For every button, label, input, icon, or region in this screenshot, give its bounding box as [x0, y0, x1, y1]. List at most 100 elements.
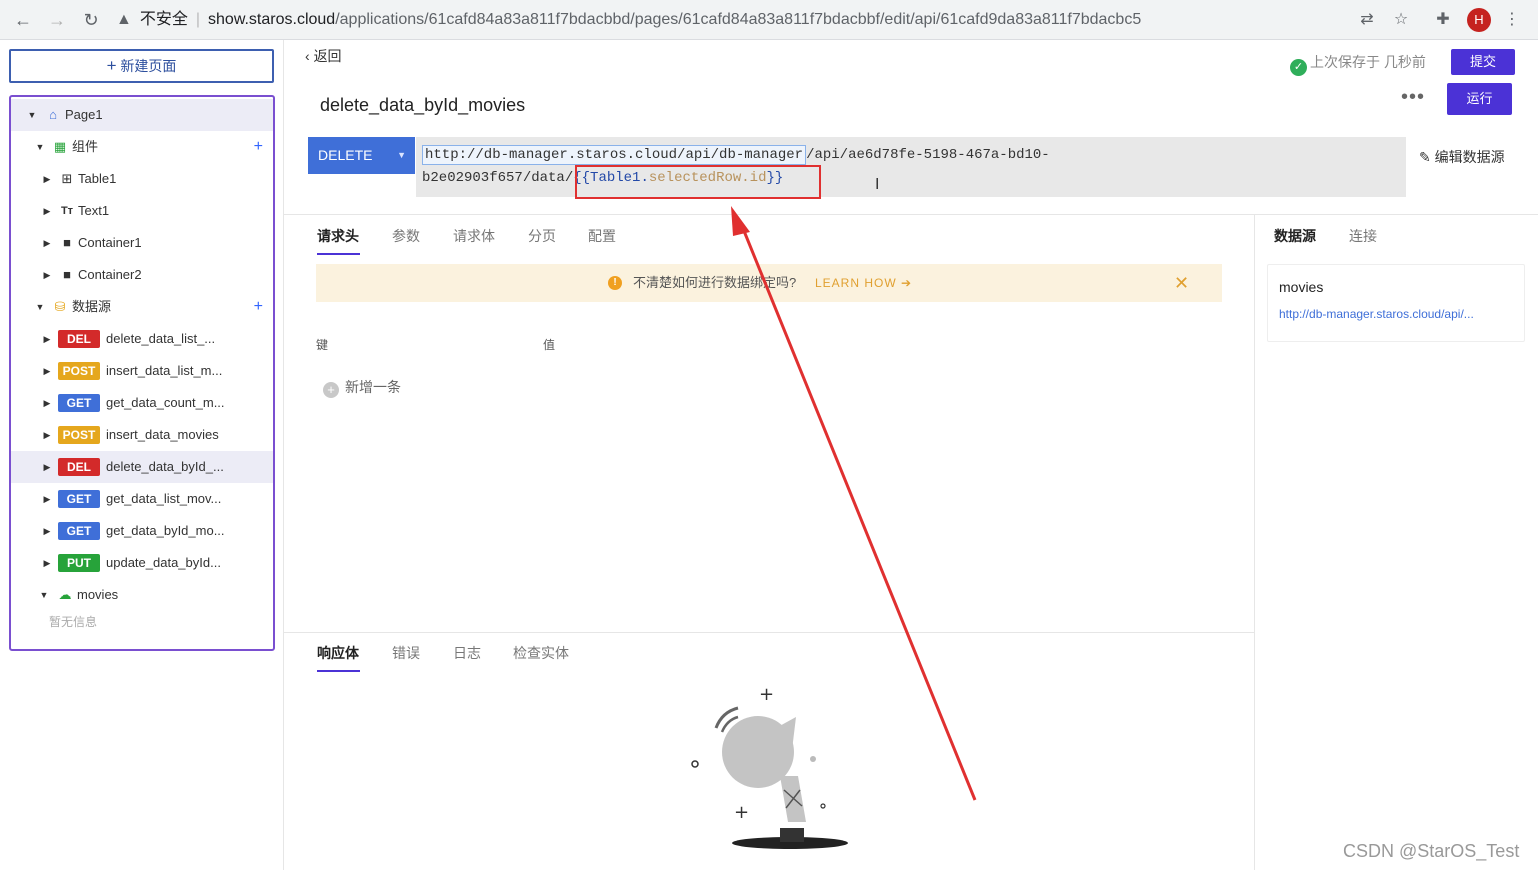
cloud-icon: ☁ — [58, 587, 72, 602]
api-name: get_data_list_mov... — [106, 491, 222, 506]
kebab-menu-icon[interactable]: ⋮ — [1500, 8, 1524, 32]
api-item[interactable]: ▶ GET get_data_list_mov... — [11, 483, 273, 515]
tree-group-components[interactable]: ▼ ▦ 组件 + — [11, 131, 273, 163]
tab-connection[interactable]: 连接 — [1349, 226, 1377, 246]
tree-group-datasources[interactable]: ▼ ⛁ 数据源 + — [11, 291, 273, 323]
caret-right-icon: ▶ — [43, 398, 51, 408]
extensions-icon[interactable]: ✚ — [1431, 8, 1455, 32]
api-name: get_data_count_m... — [106, 395, 225, 410]
warning-icon: ! — [608, 276, 622, 290]
widgets-icon: ▦ — [53, 139, 67, 154]
add-header-row-button[interactable]: + 新增一条 — [323, 378, 401, 398]
caret-right-icon: ▶ — [43, 238, 51, 248]
tab-request-headers[interactable]: 请求头 — [317, 226, 359, 246]
run-button[interactable]: 运行 — [1447, 83, 1512, 115]
forward-arrow-icon[interactable]: → — [45, 8, 69, 32]
tab-params[interactable]: 参数 — [392, 226, 420, 246]
active-tab-underline — [317, 253, 360, 255]
api-item[interactable]: ▶ GET get_data_byId_mo... — [11, 515, 273, 547]
api-name: get_data_byId_mo... — [106, 523, 225, 538]
datasource-url[interactable]: http://db-manager.staros.cloud/api/... — [1279, 307, 1517, 321]
caret-right-icon: ▶ — [43, 526, 51, 536]
active-tab-underline — [317, 670, 360, 672]
container-icon: ■ — [63, 235, 71, 250]
caret-right-icon: ▶ — [43, 430, 51, 440]
empty-state-satellite-icon: + + — [691, 684, 848, 849]
warning-icon: ▲ — [116, 11, 132, 28]
back-link[interactable]: ‹ 返回 — [305, 46, 342, 66]
tab-errors[interactable]: 错误 — [392, 643, 420, 663]
url-path-part: /api/ae6d78fe-5198-467a-bd10- — [806, 147, 1050, 163]
api-item[interactable]: ▶ DEL delete_data_list_... — [11, 323, 273, 355]
tree-item-datasource-movies[interactable]: ▼ ☁ movies — [11, 579, 273, 611]
tab-request-body[interactable]: 请求体 — [453, 226, 495, 246]
api-item[interactable]: ▶ GET get_data_count_m... — [11, 387, 273, 419]
tip-text: 不清楚如何进行数据绑定吗? — [633, 275, 797, 290]
datasource-icon: ⛁ — [54, 299, 66, 314]
divider — [284, 632, 1254, 633]
divider — [1254, 214, 1255, 870]
tab-response-body[interactable]: 响应体 — [317, 643, 359, 663]
dropdown-caret-icon: ▼ — [397, 150, 406, 160]
caret-right-icon: ▶ — [43, 366, 51, 376]
tree-item-container1[interactable]: ▶ ■ Container1 — [11, 227, 273, 259]
translate-icon[interactable]: ⇄ — [1355, 8, 1379, 32]
method-badge: DEL — [58, 330, 100, 348]
more-options-icon[interactable]: ••• — [1401, 86, 1425, 109]
learn-how-link[interactable]: LEARN HOW ➔ — [815, 264, 912, 302]
tab-logs[interactable]: 日志 — [453, 643, 481, 663]
add-component-icon[interactable]: + — [254, 131, 263, 163]
method-badge: PUT — [58, 554, 100, 572]
table-icon: ⊞ — [61, 171, 73, 186]
url-input[interactable]: http://db-manager.staros.cloud/api/db-ma… — [416, 137, 1406, 197]
api-item-selected[interactable]: ▶ DEL delete_data_byId_... — [11, 451, 273, 483]
method-badge: GET — [58, 522, 100, 540]
tab-config[interactable]: 配置 — [588, 226, 616, 246]
api-name: update_data_byId... — [106, 555, 221, 570]
value-column-header: 值 — [543, 338, 556, 352]
datasource-card[interactable]: movies http://db-manager.staros.cloud/ap… — [1267, 264, 1525, 342]
sidebar: + 新建页面 ▼ ⌂ Page1 ▼ ▦ 组件 + ▶ ⊞ Table1 ▶ T… — [0, 40, 284, 870]
add-datasource-icon[interactable]: + — [254, 291, 263, 323]
empty-info-text: 暂无信息 — [49, 615, 98, 629]
method-badge: GET — [58, 490, 100, 508]
star-icon[interactable]: ☆ — [1389, 8, 1413, 32]
datasource-name: movies — [1279, 279, 1324, 295]
watermark: CSDN @StarOS_Test — [1343, 841, 1520, 861]
address-bar[interactable]: ▲ 不安全 | show.staros.cloud/applications/61ca… — [116, 6, 1346, 34]
api-title[interactable]: delete_data_byId_movies — [320, 95, 525, 116]
reload-icon[interactable]: ↻ — [79, 8, 103, 32]
method-badge: POST — [58, 362, 100, 380]
tab-inspect-entity[interactable]: 检查实体 — [513, 643, 569, 663]
caret-right-icon: ▶ — [43, 334, 51, 344]
caret-right-icon: ▶ — [43, 494, 51, 504]
tree-item-table1[interactable]: ▶ ⊞ Table1 — [11, 163, 273, 195]
tree-item-page1[interactable]: ▼ ⌂ Page1 — [11, 99, 273, 131]
http-method-select[interactable]: DELETE ▼ — [308, 137, 415, 174]
api-item[interactable]: ▶ POST insert_data_list_m... — [11, 355, 273, 387]
caret-down-icon: ▼ — [27, 110, 37, 120]
profile-avatar[interactable]: H — [1467, 8, 1491, 32]
api-name: insert_data_movies — [106, 427, 219, 442]
api-item[interactable]: ▶ POST insert_data_movies — [11, 419, 273, 451]
container-icon: ■ — [63, 267, 71, 282]
back-arrow-icon[interactable]: ← — [11, 8, 35, 32]
close-icon[interactable]: ✕ — [1174, 264, 1189, 302]
method-badge: POST — [58, 426, 100, 444]
edit-datasource-link[interactable]: ✎ 编辑数据源 — [1419, 147, 1505, 167]
tab-datasource[interactable]: 数据源 — [1274, 226, 1316, 246]
api-item[interactable]: ▶ PUT update_data_byId... — [11, 547, 273, 579]
svg-text:+: + — [734, 802, 749, 823]
tab-pagination[interactable]: 分页 — [528, 226, 556, 246]
submit-button[interactable]: 提交 — [1451, 49, 1515, 75]
insecure-label: 不安全 — [139, 11, 188, 28]
api-name: insert_data_list_m... — [106, 363, 223, 378]
annotation-highlight-box — [575, 165, 821, 199]
new-page-button[interactable]: + 新建页面 — [9, 49, 274, 83]
url-datasource-chip: http://db-manager.staros.cloud/api/db-ma… — [422, 145, 807, 165]
api-name: delete_data_list_... — [106, 331, 216, 346]
tree-item-container2[interactable]: ▶ ■ Container2 — [11, 259, 273, 291]
caret-down-icon: ▼ — [35, 142, 45, 152]
tree-item-text1[interactable]: ▶ Tт Text1 — [11, 195, 273, 227]
text-cursor-icon: I — [875, 176, 880, 193]
